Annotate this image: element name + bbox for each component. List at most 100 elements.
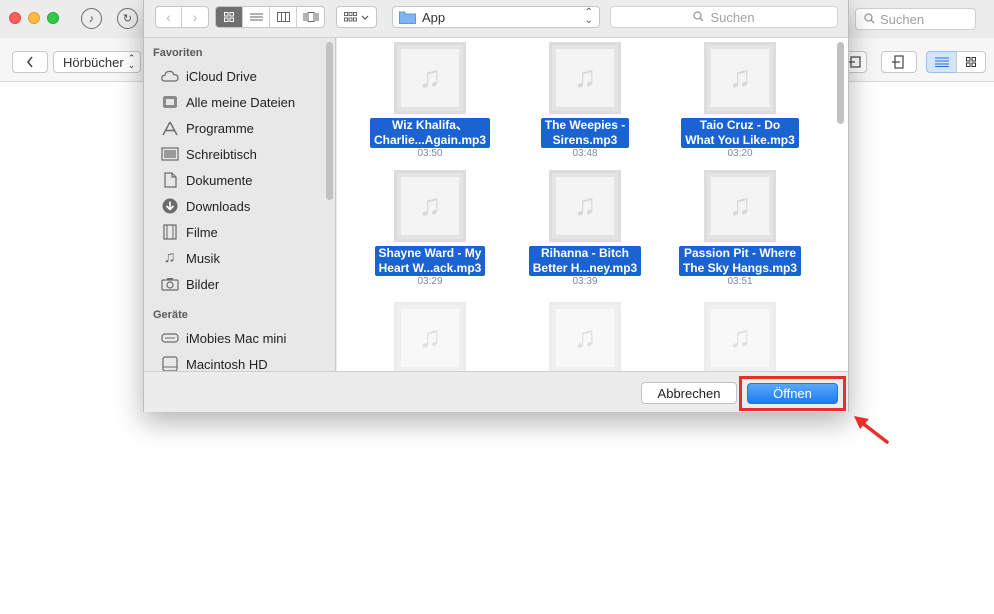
file-item[interactable]: ♫ Shayne Ward - My Heart W...ack.mp3 03:… [365, 170, 495, 288]
navigation-buttons: ‹ › [155, 6, 209, 28]
devices-header: Geräte [153, 309, 188, 321]
export-icon[interactable] [881, 51, 917, 73]
cancel-button[interactable]: Abbrechen [641, 382, 737, 404]
app-search-placeholder: Suchen [880, 11, 925, 27]
dialog-toolbar: ‹ › App ⌃ ⌄ Suchen [144, 0, 848, 38]
file-thumbnail: ♫ [704, 302, 776, 371]
sidebar-item-mac-mini[interactable]: iMobies Mac mini [160, 328, 286, 348]
music-note-icon[interactable]: ♪ [81, 8, 102, 29]
file-thumbnail: ♫ [549, 42, 621, 114]
document-icon [160, 172, 179, 188]
dialog-search-input[interactable]: Suchen [610, 6, 838, 28]
all-files-icon [160, 94, 179, 110]
open-button-highlight: Öffnen [739, 376, 846, 411]
file-name: Taio Cruz - Do What You Like.mp3 [681, 118, 799, 148]
cloud-icon [160, 68, 179, 84]
file-item[interactable]: ♫ Passion Pit - Where The Sky Hangs.mp3 … [675, 170, 805, 288]
file-name: Rihanna - Bitch Better H...ney.mp3 [528, 246, 642, 276]
chevron-down-icon [361, 15, 369, 20]
column-view-icon[interactable] [270, 7, 297, 27]
sidebar-item-label: Programme [186, 120, 254, 136]
file-duration: 03:50 [417, 148, 443, 159]
sidebar-item-music[interactable]: ♫ Musik [160, 248, 220, 268]
sidebar-item-desktop[interactable]: Schreibtisch [160, 144, 257, 164]
music-note-icon: ♫ [711, 309, 769, 367]
grid-view-icon[interactable] [956, 51, 986, 73]
arrange-grid-icon [344, 12, 357, 22]
file-duration: 03:29 [417, 276, 443, 287]
sidebar-item-label: Musik [186, 250, 220, 266]
sidebar-item-label: Dokumente [186, 172, 253, 188]
file-duration: 03:20 [727, 148, 753, 159]
file-name: The Weepies - Sirens.mp3 [540, 118, 630, 148]
sidebar-item-icloud-drive[interactable]: iCloud Drive [160, 66, 257, 86]
file-thumbnail: ♫ [394, 302, 466, 371]
sidebar-item-movies[interactable]: Filme [160, 222, 218, 242]
download-icon [160, 198, 179, 214]
file-thumbnail: ♫ [549, 302, 621, 371]
sidebar-item-applications[interactable]: Programme [160, 118, 254, 138]
app-search-input[interactable]: Suchen [855, 8, 976, 30]
music-note-icon: ♫ [711, 49, 769, 107]
sidebar-item-downloads[interactable]: Downloads [160, 196, 250, 216]
location-label: App [422, 9, 446, 25]
sidebar-item-all-files[interactable]: Alle meine Dateien [160, 92, 295, 112]
file-name: Shayne Ward - My Heart W...ack.mp3 [374, 246, 486, 276]
file-browser-scrollbar[interactable] [837, 42, 844, 124]
hard-disk-icon [160, 356, 179, 371]
music-note-icon: ♫ [556, 49, 614, 107]
icon-view-icon[interactable] [216, 7, 243, 27]
music-note-icon: ♫ [556, 309, 614, 367]
file-item[interactable]: ♫ Rihanna - Bitch Better H...ney.mp3 03:… [520, 170, 650, 288]
file-item[interactable]: ♫ [675, 302, 805, 371]
cover-flow-icon[interactable] [297, 7, 324, 27]
file-duration: 03:48 [572, 148, 598, 159]
updown-chevron-icon: ⌃ ⌄ [127, 53, 136, 70]
category-select-value: Hörbücher [63, 54, 124, 70]
open-button[interactable]: Öffnen [747, 383, 838, 404]
arrange-button[interactable] [336, 6, 377, 28]
file-item[interactable]: ♫ Wiz Khalifa、 Charlie...Again.mp3 03:50 [365, 42, 495, 160]
back-arrow-icon[interactable]: ‹ [156, 7, 182, 27]
file-thumbnail: ♫ [394, 42, 466, 114]
close-window-button[interactable] [9, 12, 21, 24]
music-note-icon: ♫ [556, 177, 614, 235]
file-thumbnail: ♫ [394, 170, 466, 242]
sidebar-item-documents[interactable]: Dokumente [160, 170, 252, 190]
file-item[interactable]: ♫ Taio Cruz - Do What You Like.mp3 03:20 [675, 42, 805, 160]
sidebar-item-label: Macintosh HD [186, 356, 268, 372]
sidebar-item-label: iMobies Mac mini [186, 330, 287, 346]
file-thumbnail: ♫ [549, 170, 621, 242]
sidebar-item-pictures[interactable]: Bilder [160, 274, 219, 294]
zoom-window-button[interactable] [47, 12, 59, 24]
file-item[interactable]: ♫ [365, 302, 495, 371]
applications-icon [160, 120, 179, 136]
list-view-icon[interactable] [926, 51, 957, 73]
category-select[interactable]: Hörbücher ⌃ ⌄ [53, 51, 141, 73]
search-icon [693, 10, 704, 25]
file-duration: 03:51 [727, 276, 753, 287]
sidebar-item-label: Downloads [186, 198, 251, 214]
sidebar-item-label: Filme [186, 224, 218, 240]
sidebar: Favoriten iCloud Drive Alle meine Dateie… [144, 38, 336, 371]
file-item[interactable]: ♫ [520, 302, 650, 371]
sidebar-scrollbar[interactable] [326, 42, 333, 200]
music-icon: ♫ [163, 249, 176, 266]
sidebar-item-macintosh-hd[interactable]: Macintosh HD [160, 354, 268, 371]
view-mode-selector [215, 6, 325, 28]
location-popup[interactable]: App ⌃ ⌄ [392, 6, 600, 28]
forward-arrow-icon[interactable]: › [182, 7, 208, 27]
sidebar-item-label: Bilder [186, 276, 220, 292]
file-name: Passion Pit - Where The Sky Hangs.mp3 [678, 246, 802, 276]
refresh-icon[interactable]: ↻ [117, 8, 138, 29]
list-view-icon[interactable] [243, 7, 270, 27]
file-item[interactable]: ♫ The Weepies - Sirens.mp3 03:48 [520, 42, 650, 160]
music-note-icon: ♫ [711, 177, 769, 235]
sidebar-item-label: iCloud Drive [186, 68, 257, 84]
minimize-window-button[interactable] [28, 12, 40, 24]
favorites-header: Favoriten [153, 47, 203, 59]
music-note-icon: ♫ [401, 309, 459, 367]
back-button[interactable] [12, 51, 48, 73]
updown-chevron-icon: ⌃ ⌄ [584, 7, 593, 26]
file-browser: ♫ Wiz Khalifa、 Charlie...Again.mp3 03:50… [337, 38, 848, 371]
